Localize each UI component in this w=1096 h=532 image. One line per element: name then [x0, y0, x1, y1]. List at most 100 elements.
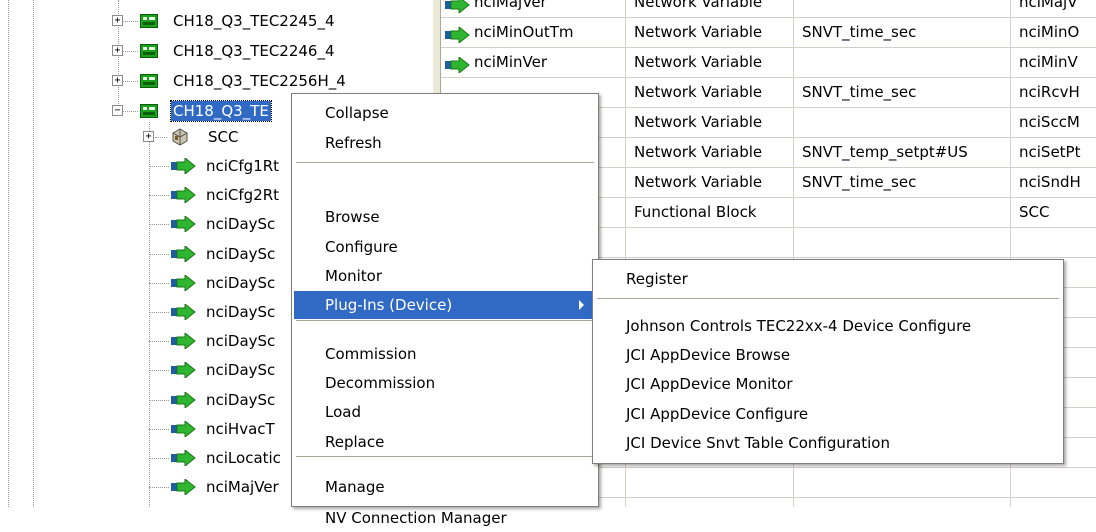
tree-device-item[interactable]: CH18_Q3_TE [170, 100, 272, 122]
tree-guide-line [155, 137, 167, 138]
table-row[interactable]: nciMinVer Network Variable nciMinV [441, 48, 1096, 78]
submenu-item-appdevice-monitor[interactable]: JCI AppDevice Monitor [595, 370, 1061, 398]
table-row[interactable]: nciMajVer Network Variable nciMajV [441, 0, 1096, 18]
tree-variable-item[interactable]: nciDaySc [204, 331, 277, 351]
empty-cell [794, 498, 1011, 507]
submenu-item-register[interactable]: Register [595, 265, 1061, 293]
device-icon [140, 43, 158, 59]
tree-guide-line [149, 122, 150, 507]
menu-separator [597, 298, 1059, 299]
tree-variable-item[interactable]: nciDaySc [204, 302, 277, 322]
menu-item-commission[interactable]: Commission [294, 340, 596, 368]
menu-item-refresh[interactable]: Refresh [294, 129, 596, 157]
submenu-item-appdevice-configure[interactable]: JCI AppDevice Configure [595, 400, 1061, 428]
tree-variable-item[interactable]: nciDaySc [204, 214, 277, 234]
tree-variable-item[interactable]: nciCfg1Rt [204, 156, 281, 176]
cell-type: Network Variable [626, 0, 794, 17]
menu-item-label: Register [626, 270, 688, 288]
network-variable-arrow-icon [170, 448, 196, 468]
expand-toggle[interactable]: + [143, 131, 154, 142]
tree-variable-item[interactable]: nciDaySc [204, 360, 277, 380]
menu-item-manage[interactable]: Manage [294, 473, 596, 501]
network-variable-arrow-icon [444, 54, 470, 75]
menu-item-decommission[interactable]: Decommission [294, 369, 596, 397]
cell-programmatic-name: nciSetPt [1011, 138, 1096, 167]
cell-type: Network Variable [626, 48, 794, 77]
menu-item-load[interactable]: Load [294, 398, 596, 426]
tree-guide-line [149, 195, 169, 197]
empty-cell [626, 228, 794, 257]
cell-snvt-type: SNVT_time_sec [794, 168, 1011, 197]
tree-variable-item[interactable]: nciMajVer [204, 477, 281, 497]
menu-item-label: JCI AppDevice Monitor [626, 375, 793, 393]
menu-item-label: JCI Device Snvt Table Configuration [626, 434, 890, 452]
cell-snvt-type: SNVT_time_sec [794, 18, 1011, 47]
table-row[interactable]: nciMinOutTm Network Variable SNVT_time_sec… [441, 18, 1096, 48]
cell-name-text: nciMinOutTm [474, 23, 574, 41]
tree-device-item[interactable]: CH18_Q3_TEC2256H_4 [171, 71, 348, 91]
menu-item-nv-connection-manager[interactable]: NV Connection Manager [294, 504, 596, 532]
network-variable-arrow-icon [444, 0, 470, 15]
tree-variable-item[interactable]: nciDaySc [204, 273, 277, 293]
tree-variable-item[interactable]: nciDaySc [204, 244, 277, 264]
cell-programmatic-name: nciMajV [1011, 0, 1096, 17]
network-variable-arrow-icon [170, 361, 196, 380]
menu-item-monitor[interactable]: Monitor [294, 262, 596, 290]
cell-type: Network Variable [626, 18, 794, 47]
menu-item-collapse[interactable]: Collapse [294, 99, 596, 127]
cell-name: nciMinVer [441, 48, 626, 77]
menu-item-label: Browse [325, 208, 380, 226]
menu-separator [296, 456, 594, 457]
menu-item-plug-ins-device[interactable]: Plug-Ins (Device) [294, 291, 596, 319]
tree-guide-line [149, 341, 169, 343]
cell-programmatic-name: SCC [1011, 198, 1096, 227]
tree-device-item[interactable]: CH18_Q3_TEC2246_4 [171, 41, 337, 61]
menu-item-replace[interactable]: Replace [294, 428, 596, 456]
plugins-submenu: Register Johnson Controls TEC22xx-4 Devic… [592, 259, 1064, 464]
expand-toggle[interactable]: + [112, 45, 123, 56]
submenu-item-tec22xx-device-configure[interactable]: Johnson Controls TEC22xx-4 Device Config… [595, 312, 1061, 340]
tree-variable-item[interactable]: nciHvacT [204, 419, 277, 439]
empty-cell [1011, 498, 1096, 507]
tree-variable-item[interactable]: nciDaySc [204, 390, 277, 410]
cell-snvt-type [794, 48, 1011, 77]
menu-item-label: JCI AppDevice Configure [626, 405, 809, 423]
network-variable-arrow-icon [170, 186, 196, 205]
network-variable-arrow-icon [170, 273, 196, 292]
tree-guide-line [149, 253, 169, 255]
menu-separator [296, 162, 594, 163]
tree-variable-item[interactable]: nciLocatic [204, 448, 283, 468]
cell-type: Network Variable [626, 138, 794, 167]
functional-block-icon [171, 128, 189, 146]
expand-toggle[interactable]: + [112, 75, 123, 86]
expand-toggle[interactable]: − [112, 105, 123, 116]
cell-snvt-type [794, 108, 1011, 137]
network-variable-arrow-icon [444, 24, 470, 45]
network-variable-arrow-icon [170, 156, 196, 176]
menu-item-configure[interactable]: Configure [294, 233, 596, 261]
cell-type: Functional Block [626, 198, 794, 227]
submenu-item-appdevice-browse[interactable]: JCI AppDevice Browse [595, 341, 1061, 369]
cell-programmatic-name: nciMinO [1011, 18, 1096, 47]
cell-type: Network Variable [626, 78, 794, 107]
menu-item-label: Collapse [325, 104, 389, 122]
submenu-item-snvt-table-configuration[interactable]: JCI Device Snvt Table Configuration [595, 429, 1061, 457]
tree-guide-line [33, 0, 34, 507]
empty-cell [794, 468, 1011, 497]
tree-variable-item[interactable]: nciCfg2Rt [204, 185, 281, 205]
tree-guide-line [149, 487, 169, 489]
cell-snvt-type [794, 198, 1011, 227]
empty-cell [1011, 228, 1096, 257]
menu-item-browse[interactable]: Browse [294, 203, 596, 231]
device-icon [140, 103, 158, 119]
network-variable-arrow-icon [170, 419, 196, 438]
tree-block-item[interactable]: SCC [206, 127, 240, 147]
cell-type: Network Variable [626, 108, 794, 137]
tree-device-item[interactable]: CH18_Q3_TEC2245_4 [171, 11, 337, 31]
expand-toggle[interactable]: + [112, 15, 123, 26]
cell-name-text: nciMinVer [474, 53, 548, 71]
menu-item-label: Decommission [325, 374, 436, 392]
tree-guide-line [149, 399, 169, 401]
device-icon [140, 13, 158, 29]
network-variable-arrow-icon [170, 215, 196, 234]
